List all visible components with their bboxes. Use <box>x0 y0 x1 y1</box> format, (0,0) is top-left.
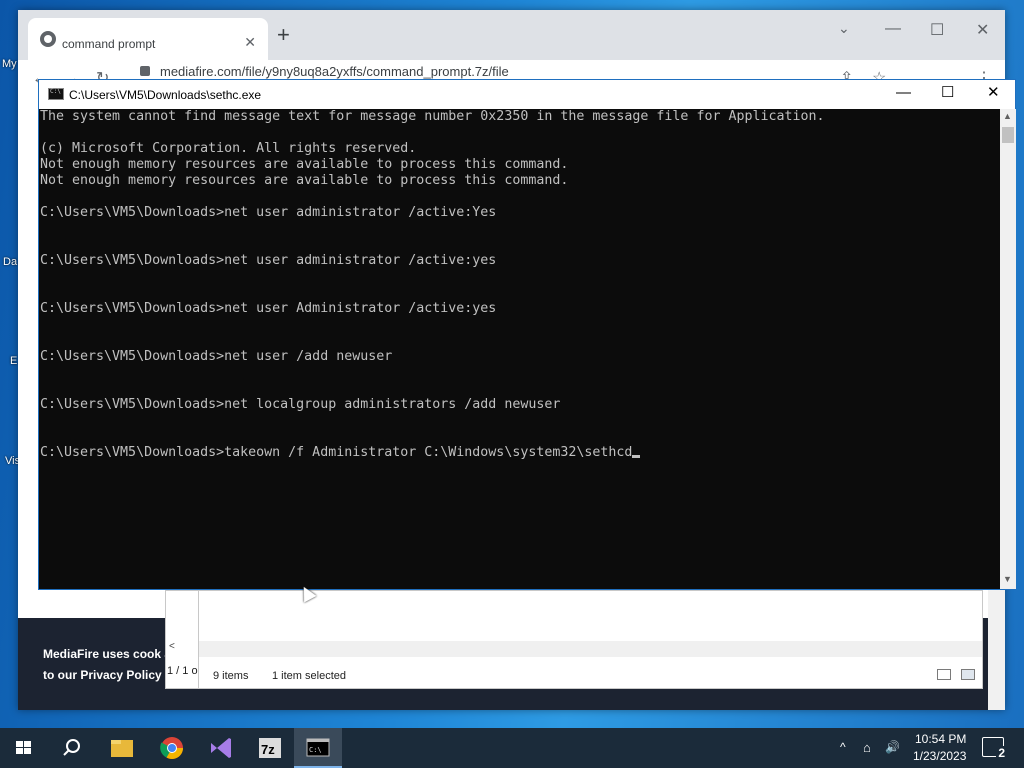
volume-icon[interactable]: 🔊 <box>885 740 900 754</box>
lock-icon[interactable] <box>140 66 150 76</box>
scroll-left-icon[interactable]: < <box>169 641 175 652</box>
clock-time[interactable]: 10:54 PM <box>915 732 966 746</box>
clock-date[interactable]: 1/23/2023 <box>913 749 966 763</box>
console-scrollbar[interactable]: ▲ ▼ <box>1000 109 1016 589</box>
explorer-preview-pane: < 1 / 1 o <box>165 590 199 689</box>
item-count: 9 items <box>213 670 249 682</box>
desktop-icon-label[interactable]: Da <box>3 256 17 268</box>
large-icons-view-icon[interactable] <box>961 669 975 680</box>
console-text: The system cannot find message text for … <box>40 109 825 461</box>
tab-command-prompt[interactable]: command prompt ✕ <box>28 18 268 60</box>
console-maximize-button[interactable]: ☐ <box>941 84 954 102</box>
desktop-icon-label[interactable]: E <box>10 355 17 367</box>
page-indicator: 1 / 1 o <box>167 665 198 677</box>
page-scrollbar[interactable] <box>988 590 1005 710</box>
details-view-icon[interactable] <box>937 669 951 680</box>
7zip-icon: 7z <box>259 738 281 758</box>
search-button[interactable] <box>48 728 96 768</box>
tab-strip: command prompt ✕ + ⌄ — ☐ ✕ <box>18 10 1005 60</box>
address-bar[interactable]: mediafire.com/file/y9ny8uq8a2yxffs/comma… <box>160 64 509 79</box>
network-icon[interactable]: ⌂ <box>863 740 871 755</box>
tab-search-icon[interactable]: ⌄ <box>838 20 850 37</box>
scroll-down-icon[interactable]: ▼ <box>1003 574 1012 584</box>
horizontal-scrollbar[interactable] <box>199 641 982 657</box>
folder-icon <box>111 740 133 757</box>
console-line: The system cannot find message text for … <box>40 109 825 124</box>
console-line: C:\Users\VM5\Downloads>net user /add new… <box>40 349 393 364</box>
console-line: C:\Users\VM5\Downloads>net user administ… <box>40 205 497 220</box>
scroll-up-icon[interactable]: ▲ <box>1003 111 1012 121</box>
console-window: C:\Users\VM5\Downloads\sethc.exe — ☐ ✕ T… <box>38 79 1016 590</box>
svg-text:7z: 7z <box>261 742 275 757</box>
console-app-icon <box>48 88 64 100</box>
text-cursor <box>632 455 641 458</box>
console-title: C:\Users\VM5\Downloads\sethc.exe <box>69 88 262 102</box>
console-line: C:\Users\VM5\Downloads>net user Administ… <box>40 301 497 316</box>
close-button[interactable]: ✕ <box>976 20 989 40</box>
new-tab-button[interactable]: + <box>277 24 290 46</box>
scroll-thumb[interactable] <box>1002 127 1014 143</box>
globe-icon <box>40 31 56 47</box>
command-prompt-icon: C:\ <box>306 738 330 757</box>
start-button[interactable] <box>0 728 48 768</box>
console-line: (c) Microsoft Corporation. All rights re… <box>40 141 417 156</box>
taskbar-chrome[interactable] <box>148 728 196 768</box>
console-close-button[interactable]: ✕ <box>987 84 1000 102</box>
tab-title: command prompt <box>62 37 156 51</box>
console-line: C:\Users\VM5\Downloads>net localgroup ad… <box>40 397 561 412</box>
chrome-icon <box>160 737 183 759</box>
console-line: C:\Users\VM5\Downloads>net user administ… <box>40 253 497 268</box>
console-line: C:\Users\VM5\Downloads>takeown /f Admini… <box>40 445 825 461</box>
minimize-button[interactable]: — <box>885 20 901 38</box>
taskbar: 7z C:\ ^ ⌂ 🔊 10:54 PM 1/23/2023 2 <box>0 728 1024 768</box>
maximize-button[interactable]: ☐ <box>930 20 944 40</box>
console-titlebar[interactable]: C:\Users\VM5\Downloads\sethc.exe — ☐ ✕ <box>39 80 1015 109</box>
selection-status: 1 item selected <box>272 670 346 682</box>
taskbar-command-prompt[interactable]: C:\ <box>294 728 342 768</box>
taskbar-file-explorer[interactable] <box>98 728 146 768</box>
notification-count: 2 <box>996 746 1007 760</box>
console-line: Not enough memory resources are availabl… <box>40 157 569 172</box>
console-output[interactable]: The system cannot find message text for … <box>39 109 1000 589</box>
tray-chevron-icon[interactable]: ^ <box>840 740 846 754</box>
close-tab-icon[interactable]: ✕ <box>244 35 256 49</box>
visual-studio-icon <box>211 738 231 758</box>
console-minimize-button[interactable]: — <box>896 84 911 102</box>
taskbar-7zip[interactable]: 7z <box>246 728 294 768</box>
desktop-icon-label[interactable]: My <box>2 58 17 70</box>
notification-icon[interactable]: 2 <box>982 737 1007 760</box>
svg-text:C:\: C:\ <box>309 746 322 754</box>
search-icon <box>63 739 80 756</box>
file-explorer-window: 9 items 1 item selected <box>198 590 983 689</box>
taskbar-visual-studio[interactable] <box>197 728 245 768</box>
windows-icon <box>16 741 31 754</box>
console-line: Not enough memory resources are availabl… <box>40 173 569 188</box>
